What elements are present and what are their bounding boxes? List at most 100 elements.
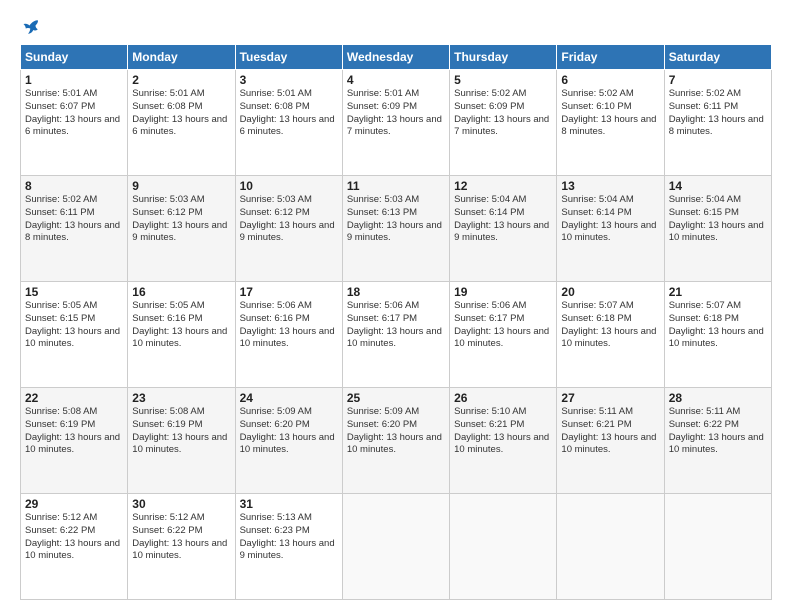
sunset-label: Sunset: 6:16 PM xyxy=(132,313,202,324)
calendar-cell: 14 Sunrise: 5:04 AM Sunset: 6:15 PM Dayl… xyxy=(664,176,771,282)
sunrise-label: Sunrise: 5:04 AM xyxy=(454,194,526,205)
day-info: Sunrise: 5:03 AM Sunset: 6:12 PM Dayligh… xyxy=(240,194,338,245)
daylight-label: Daylight: 13 hours and 6 minutes. xyxy=(240,114,335,138)
sunset-label: Sunset: 6:11 PM xyxy=(25,207,95,218)
day-number: 7 xyxy=(669,73,767,87)
day-number: 18 xyxy=(347,285,445,299)
sunrise-label: Sunrise: 5:03 AM xyxy=(347,194,419,205)
calendar-cell: 25 Sunrise: 5:09 AM Sunset: 6:20 PM Dayl… xyxy=(342,388,449,494)
sunrise-label: Sunrise: 5:09 AM xyxy=(347,406,419,417)
sunset-label: Sunset: 6:07 PM xyxy=(25,101,95,112)
calendar-cell: 3 Sunrise: 5:01 AM Sunset: 6:08 PM Dayli… xyxy=(235,70,342,176)
daylight-label: Daylight: 13 hours and 10 minutes. xyxy=(669,220,764,244)
calendar-cell: 23 Sunrise: 5:08 AM Sunset: 6:19 PM Dayl… xyxy=(128,388,235,494)
daylight-label: Daylight: 13 hours and 9 minutes. xyxy=(347,220,442,244)
day-number: 1 xyxy=(25,73,123,87)
sunset-label: Sunset: 6:09 PM xyxy=(347,101,417,112)
sunrise-label: Sunrise: 5:09 AM xyxy=(240,406,312,417)
daylight-label: Daylight: 13 hours and 10 minutes. xyxy=(240,432,335,456)
day-number: 3 xyxy=(240,73,338,87)
page: SundayMondayTuesdayWednesdayThursdayFrid… xyxy=(0,0,792,612)
day-number: 24 xyxy=(240,391,338,405)
logo xyxy=(20,18,40,36)
daylight-label: Daylight: 13 hours and 8 minutes. xyxy=(669,114,764,138)
day-info: Sunrise: 5:02 AM Sunset: 6:11 PM Dayligh… xyxy=(25,194,123,245)
day-number: 9 xyxy=(132,179,230,193)
daylight-label: Daylight: 13 hours and 10 minutes. xyxy=(25,538,120,562)
sunset-label: Sunset: 6:22 PM xyxy=(669,419,739,430)
sunrise-label: Sunrise: 5:01 AM xyxy=(25,88,97,99)
day-number: 15 xyxy=(25,285,123,299)
calendar-cell: 31 Sunrise: 5:13 AM Sunset: 6:23 PM Dayl… xyxy=(235,494,342,600)
sunrise-label: Sunrise: 5:05 AM xyxy=(132,300,204,311)
day-number: 20 xyxy=(561,285,659,299)
calendar-cell: 18 Sunrise: 5:06 AM Sunset: 6:17 PM Dayl… xyxy=(342,282,449,388)
sunrise-label: Sunrise: 5:12 AM xyxy=(25,512,97,523)
calendar-cell: 11 Sunrise: 5:03 AM Sunset: 6:13 PM Dayl… xyxy=(342,176,449,282)
daylight-label: Daylight: 13 hours and 10 minutes. xyxy=(669,432,764,456)
day-info: Sunrise: 5:07 AM Sunset: 6:18 PM Dayligh… xyxy=(561,300,659,351)
calendar-cell: 21 Sunrise: 5:07 AM Sunset: 6:18 PM Dayl… xyxy=(664,282,771,388)
calendar-cell: 26 Sunrise: 5:10 AM Sunset: 6:21 PM Dayl… xyxy=(450,388,557,494)
day-info: Sunrise: 5:09 AM Sunset: 6:20 PM Dayligh… xyxy=(240,406,338,457)
day-info: Sunrise: 5:05 AM Sunset: 6:16 PM Dayligh… xyxy=(132,300,230,351)
day-number: 19 xyxy=(454,285,552,299)
sunset-label: Sunset: 6:17 PM xyxy=(347,313,417,324)
sunrise-label: Sunrise: 5:01 AM xyxy=(132,88,204,99)
calendar-cell: 24 Sunrise: 5:09 AM Sunset: 6:20 PM Dayl… xyxy=(235,388,342,494)
sunset-label: Sunset: 6:10 PM xyxy=(561,101,631,112)
daylight-label: Daylight: 13 hours and 10 minutes. xyxy=(347,432,442,456)
sunset-label: Sunset: 6:18 PM xyxy=(669,313,739,324)
daylight-label: Daylight: 13 hours and 7 minutes. xyxy=(454,114,549,138)
sunset-label: Sunset: 6:09 PM xyxy=(454,101,524,112)
day-number: 13 xyxy=(561,179,659,193)
day-number: 29 xyxy=(25,497,123,511)
sunrise-label: Sunrise: 5:08 AM xyxy=(132,406,204,417)
sunset-label: Sunset: 6:08 PM xyxy=(240,101,310,112)
sunrise-label: Sunrise: 5:02 AM xyxy=(25,194,97,205)
day-info: Sunrise: 5:10 AM Sunset: 6:21 PM Dayligh… xyxy=(454,406,552,457)
calendar-cell: 9 Sunrise: 5:03 AM Sunset: 6:12 PM Dayli… xyxy=(128,176,235,282)
day-info: Sunrise: 5:02 AM Sunset: 6:09 PM Dayligh… xyxy=(454,88,552,139)
day-info: Sunrise: 5:04 AM Sunset: 6:14 PM Dayligh… xyxy=(454,194,552,245)
sunrise-label: Sunrise: 5:10 AM xyxy=(454,406,526,417)
calendar-cell: 4 Sunrise: 5:01 AM Sunset: 6:09 PM Dayli… xyxy=(342,70,449,176)
day-number: 4 xyxy=(347,73,445,87)
calendar-cell: 13 Sunrise: 5:04 AM Sunset: 6:14 PM Dayl… xyxy=(557,176,664,282)
sunrise-label: Sunrise: 5:12 AM xyxy=(132,512,204,523)
day-info: Sunrise: 5:03 AM Sunset: 6:13 PM Dayligh… xyxy=(347,194,445,245)
sunset-label: Sunset: 6:22 PM xyxy=(25,525,95,536)
daylight-label: Daylight: 13 hours and 8 minutes. xyxy=(25,220,120,244)
sunset-label: Sunset: 6:21 PM xyxy=(454,419,524,430)
sunrise-label: Sunrise: 5:05 AM xyxy=(25,300,97,311)
daylight-label: Daylight: 13 hours and 7 minutes. xyxy=(347,114,442,138)
header xyxy=(20,18,772,36)
daylight-label: Daylight: 13 hours and 10 minutes. xyxy=(240,326,335,350)
day-number: 26 xyxy=(454,391,552,405)
day-number: 28 xyxy=(669,391,767,405)
daylight-label: Daylight: 13 hours and 10 minutes. xyxy=(454,326,549,350)
sunset-label: Sunset: 6:14 PM xyxy=(454,207,524,218)
logo-bird-icon xyxy=(22,18,40,36)
calendar-cell: 6 Sunrise: 5:02 AM Sunset: 6:10 PM Dayli… xyxy=(557,70,664,176)
calendar-cell: 27 Sunrise: 5:11 AM Sunset: 6:21 PM Dayl… xyxy=(557,388,664,494)
sunset-label: Sunset: 6:21 PM xyxy=(561,419,631,430)
sunset-label: Sunset: 6:15 PM xyxy=(669,207,739,218)
calendar-cell: 7 Sunrise: 5:02 AM Sunset: 6:11 PM Dayli… xyxy=(664,70,771,176)
weekday-header-friday: Friday xyxy=(557,45,664,70)
day-info: Sunrise: 5:06 AM Sunset: 6:17 PM Dayligh… xyxy=(347,300,445,351)
daylight-label: Daylight: 13 hours and 6 minutes. xyxy=(132,114,227,138)
calendar-cell: 15 Sunrise: 5:05 AM Sunset: 6:15 PM Dayl… xyxy=(21,282,128,388)
sunset-label: Sunset: 6:12 PM xyxy=(132,207,202,218)
day-info: Sunrise: 5:07 AM Sunset: 6:18 PM Dayligh… xyxy=(669,300,767,351)
sunset-label: Sunset: 6:20 PM xyxy=(347,419,417,430)
calendar-cell: 19 Sunrise: 5:06 AM Sunset: 6:17 PM Dayl… xyxy=(450,282,557,388)
calendar-cell xyxy=(664,494,771,600)
day-number: 12 xyxy=(454,179,552,193)
day-info: Sunrise: 5:08 AM Sunset: 6:19 PM Dayligh… xyxy=(132,406,230,457)
sunrise-label: Sunrise: 5:03 AM xyxy=(240,194,312,205)
sunset-label: Sunset: 6:19 PM xyxy=(25,419,95,430)
daylight-label: Daylight: 13 hours and 10 minutes. xyxy=(561,432,656,456)
daylight-label: Daylight: 13 hours and 9 minutes. xyxy=(240,220,335,244)
sunrise-label: Sunrise: 5:07 AM xyxy=(561,300,633,311)
